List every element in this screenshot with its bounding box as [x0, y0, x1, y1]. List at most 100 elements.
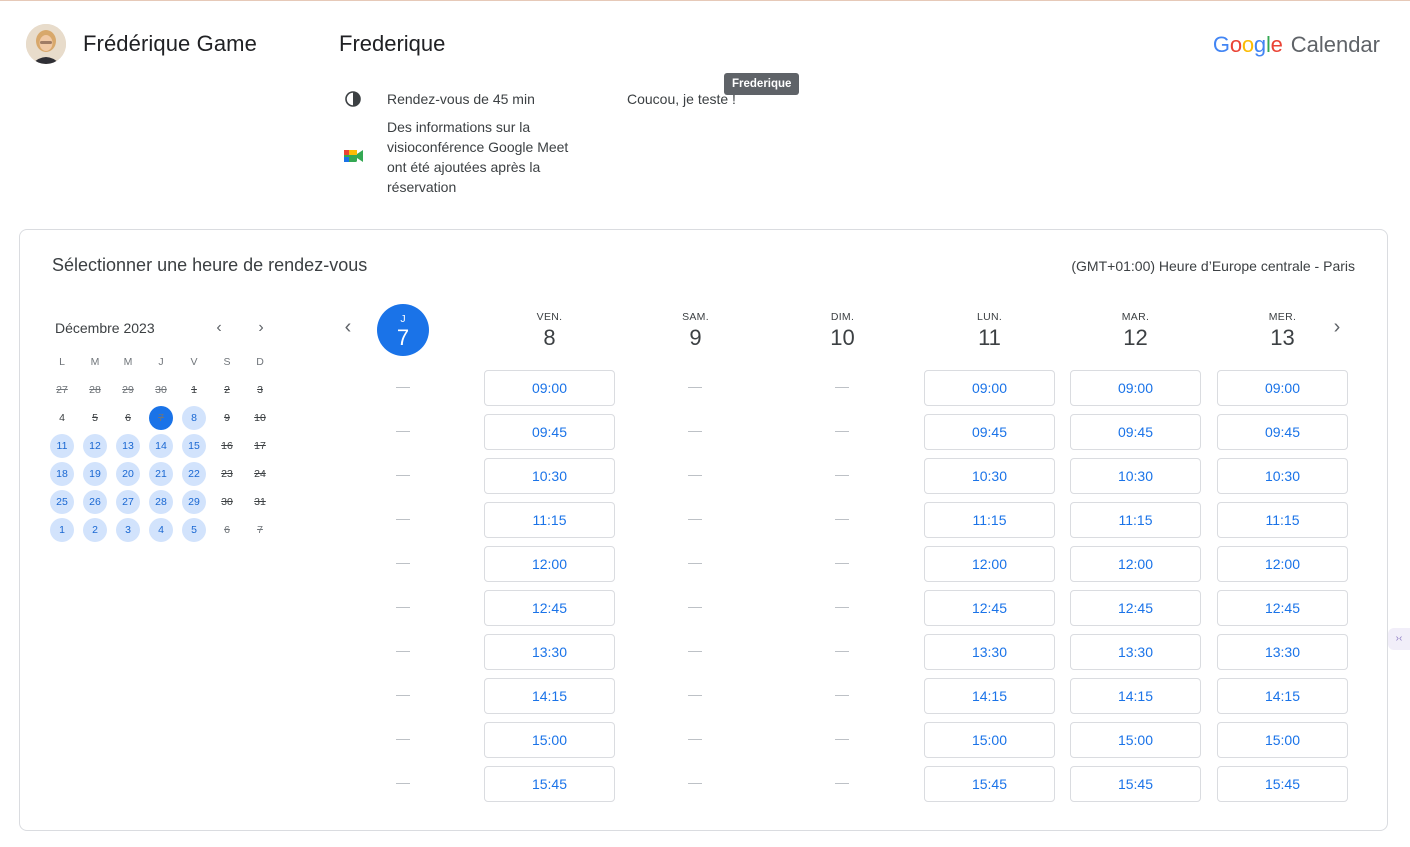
mini-calendar-day: 29	[122, 384, 134, 396]
day-number: 11	[978, 325, 1001, 350]
booking-title: Sélectionner une heure de rendez-vous	[52, 255, 368, 275]
no-slot-dash	[835, 519, 849, 520]
mini-calendar-day[interactable]: 18	[50, 462, 74, 486]
mini-calendar-day[interactable]: 3	[116, 518, 140, 542]
time-slot-button[interactable]: 09:00	[1070, 370, 1201, 406]
day-of-week: J	[400, 313, 406, 325]
time-slot-button[interactable]: 14:15	[924, 678, 1055, 714]
time-slot-button[interactable]: 15:00	[484, 722, 615, 758]
time-slot-button[interactable]: 15:00	[1217, 722, 1348, 758]
time-slot-button[interactable]: 09:45	[1070, 414, 1201, 450]
mini-calendar-day[interactable]: 14	[149, 434, 173, 458]
time-slot-button[interactable]: 12:00	[924, 546, 1055, 582]
no-slot-dash	[835, 607, 849, 608]
time-slot-button[interactable]: 10:30	[1070, 458, 1201, 494]
chevron-right-icon[interactable]: ›	[251, 318, 271, 338]
mini-calendar-day[interactable]: 13	[116, 434, 140, 458]
time-slot-button[interactable]: 14:15	[1070, 678, 1201, 714]
time-slot-button[interactable]: 13:30	[924, 634, 1055, 670]
time-slot-button[interactable]: 15:00	[1070, 722, 1201, 758]
mini-calendar-day: 4	[59, 412, 65, 424]
day-header: SAM. 9	[630, 303, 761, 351]
time-slot-button[interactable]: 15:45	[1070, 766, 1201, 802]
mini-calendar-day[interactable]: 15	[182, 434, 206, 458]
mini-calendar-day[interactable]: 12	[83, 434, 107, 458]
time-slot-button[interactable]: 11:15	[1217, 502, 1348, 538]
mini-calendar-day[interactable]: 29	[182, 490, 206, 514]
time-slot-button[interactable]: 09:45	[924, 414, 1055, 450]
time-slot-button[interactable]: 09:45	[484, 414, 615, 450]
day-header: DIM. 10	[777, 303, 908, 351]
time-slot-button[interactable]: 12:45	[924, 590, 1055, 626]
mini-calendar-day[interactable]: 25	[50, 490, 74, 514]
side-panel-handle[interactable]: ›‹	[1388, 628, 1410, 650]
time-slot-button[interactable]: 09:00	[924, 370, 1055, 406]
time-slot-button[interactable]: 15:45	[484, 766, 615, 802]
time-slot-button[interactable]: 12:45	[1070, 590, 1201, 626]
mini-calendar-day[interactable]: 2	[83, 518, 107, 542]
mini-calendar-day: 28	[89, 384, 101, 396]
day-header: LUN. 11	[924, 303, 1055, 351]
time-slot-button[interactable]: 12:45	[1217, 590, 1348, 626]
time-slot-button[interactable]: 09:45	[1217, 414, 1348, 450]
mini-calendar-day: 23	[221, 468, 233, 480]
meet-info-line-1: Des informations sur la	[387, 119, 531, 135]
time-slot-button[interactable]: 10:30	[1217, 458, 1348, 494]
mini-calendar-day[interactable]: 21	[149, 462, 173, 486]
time-slot-button[interactable]: 15:45	[1217, 766, 1348, 802]
time-slot-button[interactable]: 15:00	[924, 722, 1055, 758]
tooltip: Frederique	[724, 73, 800, 95]
time-slot-button[interactable]: 12:00	[1070, 546, 1201, 582]
mini-calendar-day[interactable]: 22	[182, 462, 206, 486]
mini-calendar-day: 30	[221, 496, 233, 508]
mini-calendar-day[interactable]: 8	[182, 406, 206, 430]
chevron-left-icon[interactable]: ‹	[209, 318, 229, 338]
time-slot-button[interactable]: 11:15	[484, 502, 615, 538]
time-slot-button[interactable]: 15:45	[924, 766, 1055, 802]
mini-calendar-day[interactable]: 28	[149, 490, 173, 514]
meet-info-line-4: réservation	[387, 179, 457, 195]
time-slot-button[interactable]: 13:30	[1070, 634, 1201, 670]
mini-calendar-day[interactable]: 5	[182, 518, 206, 542]
no-slot-dash	[835, 563, 849, 564]
no-slot-dash	[835, 739, 849, 740]
no-slot-dash	[835, 431, 849, 432]
time-slot-button[interactable]: 11:15	[1070, 502, 1201, 538]
mini-calendar-day[interactable]: 20	[116, 462, 140, 486]
time-slot-button[interactable]: 12:45	[484, 590, 615, 626]
mini-calendar-day[interactable]: 7	[149, 406, 173, 430]
time-slot-button[interactable]: 10:30	[924, 458, 1055, 494]
time-slot-button[interactable]: 13:30	[484, 634, 615, 670]
no-slot-dash	[688, 563, 702, 564]
mini-calendar-day: 9	[224, 412, 230, 424]
no-slot-dash	[688, 431, 702, 432]
no-slot-dash	[688, 475, 702, 476]
mini-calendar-day: 16	[221, 440, 233, 452]
time-slot-button[interactable]: 14:15	[1217, 678, 1348, 714]
mini-calendar-weekday: M	[123, 356, 133, 368]
time-slot-button[interactable]: 09:00	[484, 370, 615, 406]
mini-calendar-day[interactable]: 26	[83, 490, 107, 514]
time-slot-button[interactable]: 12:00	[1217, 546, 1348, 582]
no-slot-dash	[688, 695, 702, 696]
week-prev-button[interactable]: ‹	[337, 316, 359, 338]
google-calendar-logo: Google Calendar	[1213, 32, 1380, 58]
mini-calendar-day[interactable]: 1	[50, 518, 74, 542]
mini-calendar-day[interactable]: 11	[50, 434, 74, 458]
mini-calendar-day[interactable]: 27	[116, 490, 140, 514]
mini-calendar-day[interactable]: 19	[83, 462, 107, 486]
mini-calendar-weekday: M	[90, 356, 100, 368]
time-slot-button[interactable]: 13:30	[1217, 634, 1348, 670]
time-slot-button[interactable]: 12:00	[484, 546, 615, 582]
time-slot-button[interactable]: 11:15	[924, 502, 1055, 538]
no-slot-dash	[688, 519, 702, 520]
time-slot-button[interactable]: 09:00	[1217, 370, 1348, 406]
timezone-selector[interactable]: (GMT+01:00) Heure d’Europe centrale - Pa…	[1071, 258, 1355, 274]
day-of-week: VEN.	[536, 311, 563, 323]
mini-calendar-day[interactable]: 4	[149, 518, 173, 542]
no-slot-dash	[688, 387, 702, 388]
time-slot-button[interactable]: 14:15	[484, 678, 615, 714]
time-slot-button[interactable]: 10:30	[484, 458, 615, 494]
mini-calendar-day: 1	[191, 384, 197, 396]
no-slot-dash	[835, 387, 849, 388]
